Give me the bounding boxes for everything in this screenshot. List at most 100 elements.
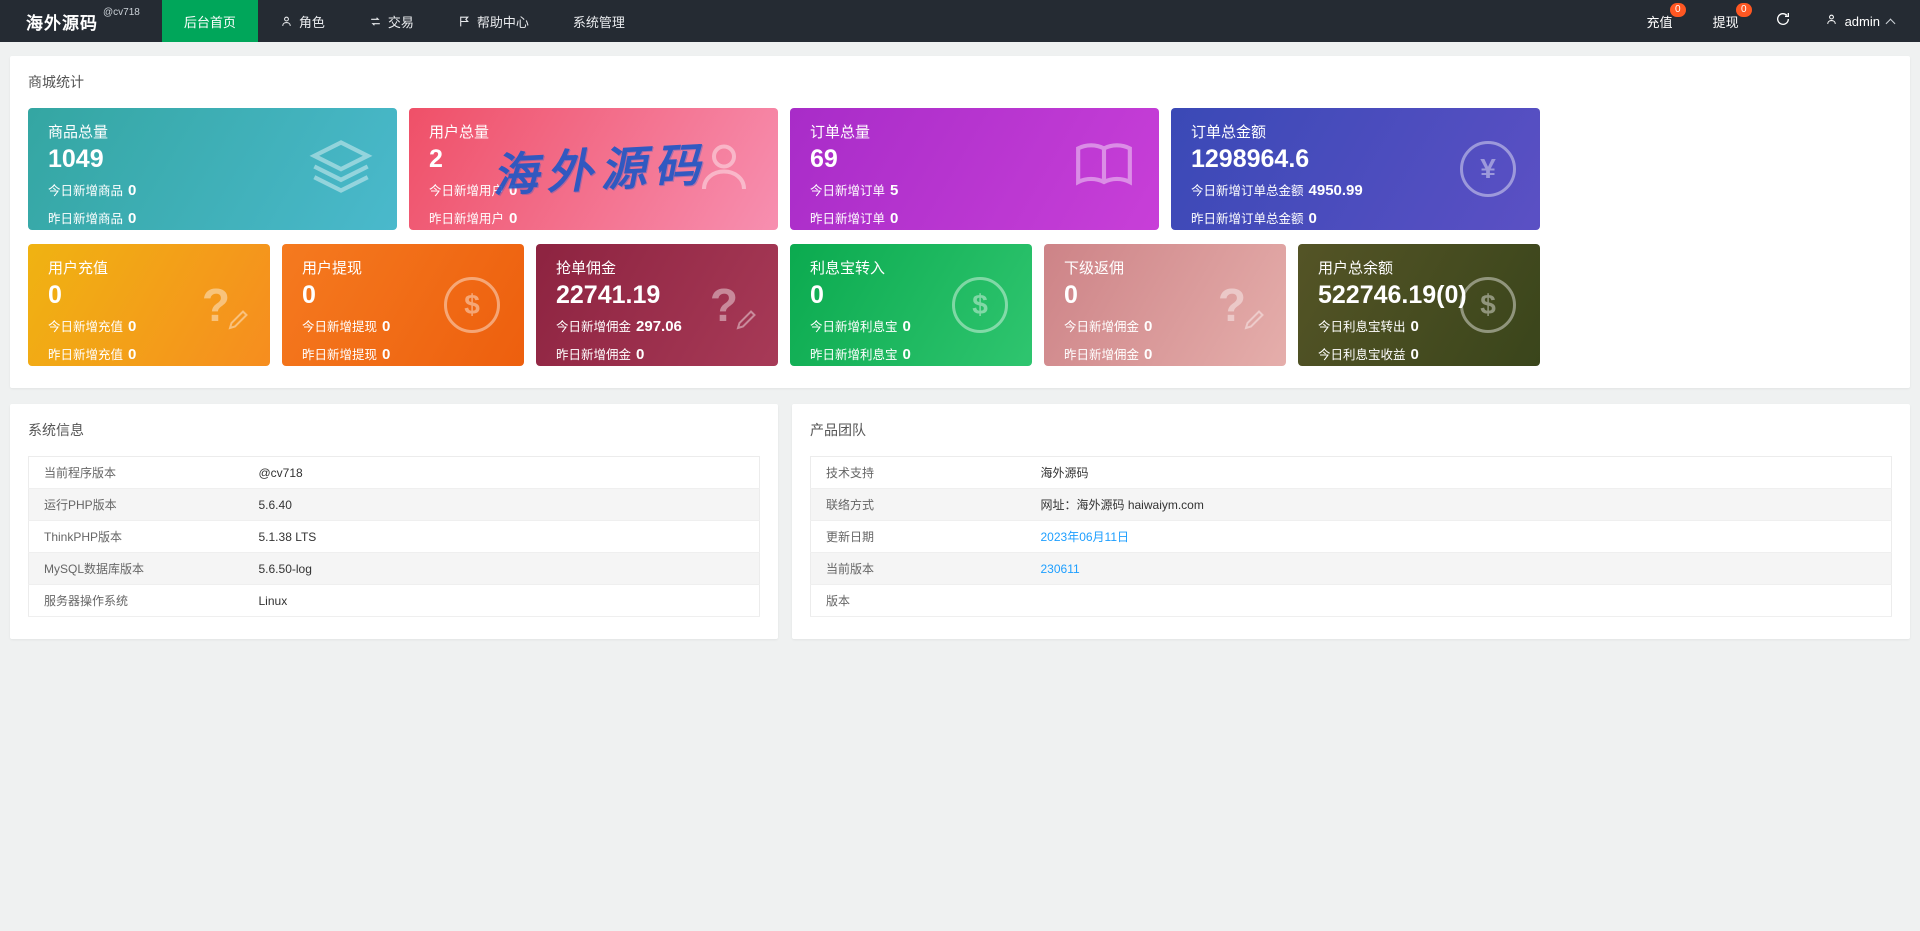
user-dropdown[interactable]: admin	[1807, 0, 1920, 42]
withdraw-label: 提现	[1712, 14, 1739, 30]
dollar-icon: $	[444, 277, 500, 333]
table-row: 当前版本 230611	[810, 552, 1892, 585]
table-row: 运行PHP版本 5.6.40	[28, 488, 760, 521]
info-label: ThinkPHP版本	[28, 520, 244, 553]
team-info-table: 技术支持 海外源码 联络方式 网址：海外源码 haiwaiym.com 更新日期…	[810, 456, 1892, 617]
brand-logo[interactable]: 海外源码 @cv718	[0, 0, 162, 42]
current-version-link[interactable]: 230611	[1041, 562, 1080, 576]
stats-panel: 商城统计 海外源码 商品总量 1049 今日新增商品 0 昨日新增商品 0 用户总量…	[10, 56, 1910, 388]
brand-tag: @cv718	[103, 7, 140, 18]
chevron-up-icon	[1885, 18, 1896, 28]
edit-question-icon: ?	[710, 282, 756, 330]
info-label: 运行PHP版本	[28, 488, 244, 521]
navbar-right: 充值 0 提现 0 admin	[1627, 0, 1920, 42]
info-label: 当前版本	[810, 552, 1026, 585]
stat-line-yesterday: 昨日新增提现 0	[302, 345, 391, 363]
info-label: 当前程序版本	[28, 456, 244, 489]
edit-question-icon: ?	[202, 282, 248, 330]
yen-icon: ¥	[1460, 141, 1516, 197]
nav-item-roles[interactable]: 角色	[258, 0, 347, 42]
stats-row-2: 用户充值 0 今日新增充值 0 昨日新增充值 0 ? 用户提现 0 今日新增提现 0 …	[28, 244, 1540, 366]
nav-item-system[interactable]: 系统管理	[551, 0, 647, 42]
edit-question-icon: ?	[1218, 282, 1264, 330]
info-label: MySQL数据库版本	[28, 552, 244, 585]
stat-card-sub-commission: 下级返佣 0 今日新增佣金 0 昨日新增佣金 0 ?	[1044, 244, 1286, 366]
nav-item-label: 帮助中心	[476, 14, 529, 30]
table-row: 当前程序版本 @cv718	[28, 456, 760, 489]
info-label: 技术支持	[810, 456, 1026, 489]
withdraw-button[interactable]: 提现 0	[1693, 0, 1759, 42]
info-value: 网址：海外源码 haiwaiym.com	[1025, 488, 1892, 521]
brand-name: 海外源码	[26, 13, 98, 33]
stat-line-yesterday: 昨日新增利息宝 0	[810, 345, 911, 363]
table-row: ThinkPHP版本 5.1.38 LTS	[28, 520, 760, 553]
stat-card-interest-in: 利息宝转入 0 今日新增利息宝 0 昨日新增利息宝 0 $	[790, 244, 1032, 366]
info-value: @cv718	[243, 456, 760, 489]
refresh-button[interactable]	[1759, 0, 1807, 42]
stat-card-total-users: 用户总量 2 今日新增用户 0 昨日新增用户 0	[409, 108, 778, 230]
info-value: 5.1.38 LTS	[243, 520, 760, 553]
dollar-icon: $	[1460, 277, 1516, 333]
info-value: 海外源码	[1025, 456, 1892, 489]
stat-line-yesterday: 昨日新增佣金 0	[556, 345, 645, 363]
team-info-panel: 产品团队 技术支持 海外源码 联络方式 网址：海外源码 haiwaiym.com…	[792, 404, 1910, 639]
nav-item-label: 系统管理	[572, 14, 625, 30]
nav-item-dashboard[interactable]: 后台首页	[161, 0, 258, 42]
stat-line-yesterday: 昨日新增充值 0	[48, 345, 137, 363]
person-icon	[1825, 13, 1838, 29]
stat-line-yesterday: 昨日新增订单 0	[810, 209, 899, 227]
info-value	[1025, 584, 1892, 617]
stat-title: 用户充值	[48, 260, 109, 277]
info-label: 版本	[810, 584, 1026, 617]
info-value: Linux	[243, 584, 760, 617]
top-navbar: 海外源码 @cv718 后台首页 角色 交易 帮助中心 系统管理 充值 0 提现…	[0, 0, 1920, 42]
recharge-button[interactable]: 充值 0	[1627, 0, 1693, 42]
stat-title: 利息宝转入	[810, 260, 886, 277]
team-info-title: 产品团队	[810, 422, 866, 438]
refresh-icon	[1775, 11, 1791, 32]
table-row: 技术支持 海外源码	[810, 456, 1892, 489]
table-row: 联络方式 网址：海外源码 haiwaiym.com	[810, 488, 1892, 521]
nav-item-trade[interactable]: 交易	[347, 0, 436, 42]
recharge-label: 充值	[1646, 14, 1673, 30]
stat-card-user-recharge: 用户充值 0 今日新增充值 0 昨日新增充值 0 ?	[28, 244, 270, 366]
page-content: 商城统计 海外源码 商品总量 1049 今日新增商品 0 昨日新增商品 0 用户总量…	[0, 42, 1920, 639]
stat-title: 用户总余额	[1318, 260, 1394, 277]
nav-item-label: 交易	[387, 14, 414, 30]
stat-card-order-commission: 抢单佣金 22741.19 今日新增佣金 297.06 昨日新增佣金 0 ?	[536, 244, 778, 366]
stat-card-user-balance: 用户总余额 522746.19(0) 今日利息宝转出 0 今日利息宝收益 0 $	[1298, 244, 1540, 366]
stat-title: 抢单佣金	[556, 260, 617, 277]
info-label: 联络方式	[810, 488, 1026, 521]
stat-line-yesterday: 今日利息宝收益 0	[1318, 345, 1419, 363]
stat-title: 用户提现	[302, 260, 363, 277]
recharge-badge: 0	[1670, 3, 1686, 17]
stat-title: 下级返佣	[1064, 260, 1125, 277]
layers-icon	[309, 135, 373, 204]
table-row: 版本	[810, 584, 1892, 617]
update-date-link[interactable]: 2023年06月11日	[1041, 530, 1130, 544]
book-icon	[1073, 136, 1135, 203]
nav-item-label: 角色	[298, 14, 325, 30]
stat-card-user-withdraw: 用户提现 0 今日新增提现 0 昨日新增提现 0 $	[282, 244, 524, 366]
bottom-panels: 系统信息 当前程序版本 @cv718 运行PHP版本 5.6.40 ThinkP…	[10, 404, 1910, 639]
system-info-table: 当前程序版本 @cv718 运行PHP版本 5.6.40 ThinkPHP版本 …	[28, 456, 760, 617]
stat-card-total-orders: 订单总量 69 今日新增订单 5 昨日新增订单 0	[790, 108, 1159, 230]
stats-row-1: 商品总量 1049 今日新增商品 0 昨日新增商品 0 用户总量 2 今日新增用户 0…	[28, 108, 1540, 230]
username: admin	[1844, 13, 1880, 29]
dollar-icon: $	[952, 277, 1008, 333]
table-row: 服务器操作系统 Linux	[28, 584, 760, 617]
table-row: MySQL数据库版本 5.6.50-log	[28, 552, 760, 585]
main-menu: 后台首页 角色 交易 帮助中心 系统管理	[161, 0, 647, 42]
stats-panel-title: 商城统计	[28, 74, 84, 90]
nav-item-help-center[interactable]: 帮助中心	[436, 0, 551, 42]
stat-line-yesterday: 昨日新增订单总金额 0	[1191, 209, 1317, 227]
stat-line-yesterday: 昨日新增佣金 0	[1064, 345, 1153, 363]
person-icon	[280, 15, 293, 28]
table-row: 更新日期 2023年06月11日	[810, 520, 1892, 553]
withdraw-badge: 0	[1736, 3, 1752, 17]
flag-icon	[458, 15, 471, 28]
stat-card-total-order-amount: 订单总金额 1298964.6 今日新增订单总金额 4950.99 昨日新增订单总…	[1171, 108, 1540, 230]
info-value: 5.6.50-log	[243, 552, 760, 585]
info-value: 5.6.40	[243, 488, 760, 521]
stat-line-yesterday: 昨日新增用户 0	[429, 209, 518, 227]
